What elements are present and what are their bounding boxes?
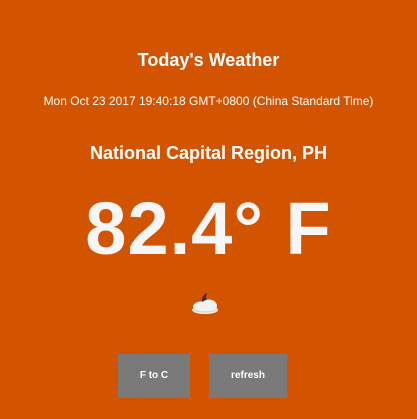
- refresh-button[interactable]: refresh: [209, 354, 287, 398]
- weather-app: Today's Weather Mon Oct 23 2017 19:40:18…: [0, 0, 417, 419]
- current-datetime: Mon Oct 23 2017 19:40:18 GMT+0800 (China…: [43, 94, 374, 108]
- temperature-display: 82.4° F: [85, 187, 332, 270]
- cloudy-night-icon: [186, 290, 224, 316]
- page-title: Today's Weather: [137, 50, 280, 70]
- f-to-c-button[interactable]: F to C: [118, 354, 190, 398]
- location-label: National Capital Region, PH: [89, 143, 328, 163]
